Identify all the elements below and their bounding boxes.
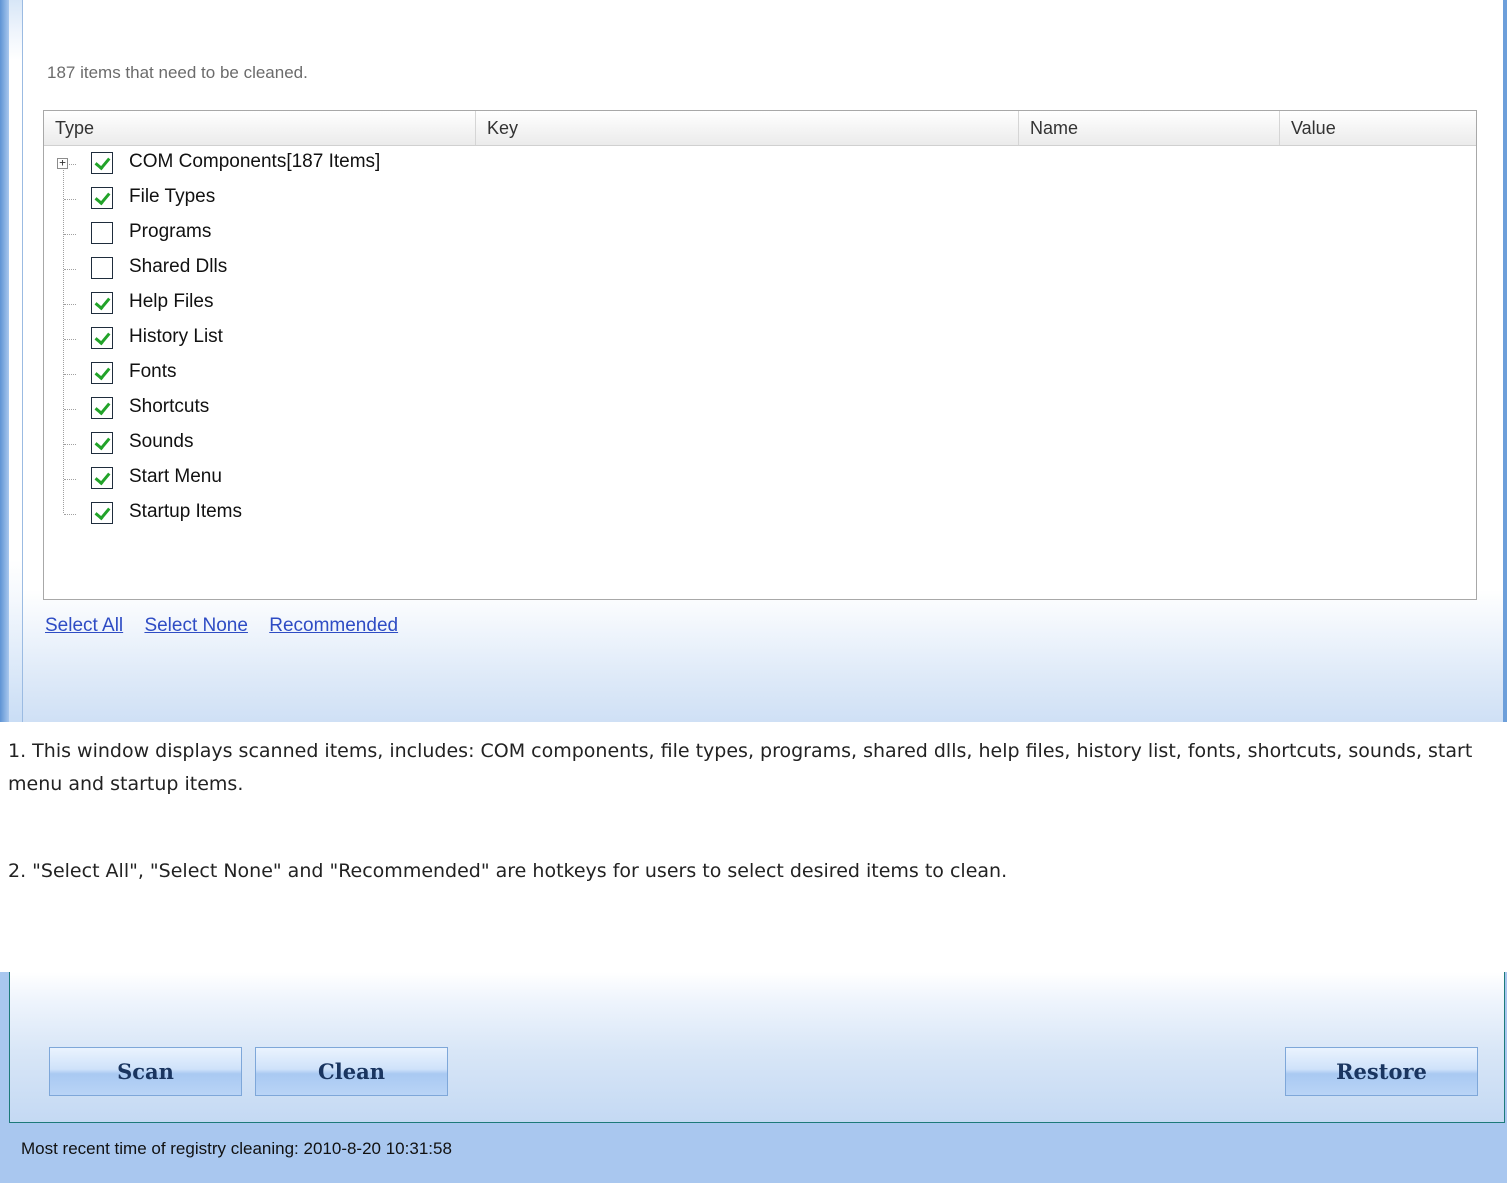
tree-item-label: History List bbox=[129, 326, 223, 347]
column-header-name[interactable]: Name bbox=[1019, 111, 1280, 145]
action-panel: Scan Clean Restore Most recent time of r… bbox=[0, 972, 1507, 1183]
item-checkbox[interactable] bbox=[91, 397, 113, 419]
tree-item[interactable]: File Types bbox=[44, 182, 644, 217]
item-checkbox[interactable] bbox=[91, 467, 113, 489]
item-checkbox[interactable] bbox=[91, 502, 113, 524]
tree-item[interactable]: Shortcuts bbox=[44, 392, 644, 427]
tree-item-label: Sounds bbox=[129, 431, 194, 452]
scan-results-panel: 187 items that need to be cleaned. Type … bbox=[0, 0, 1507, 722]
scan-button[interactable]: Scan bbox=[49, 1047, 242, 1096]
clean-button[interactable]: Clean bbox=[255, 1047, 448, 1096]
restore-button[interactable]: Restore bbox=[1285, 1047, 1478, 1096]
tree-connector bbox=[64, 234, 76, 235]
panel-right-border bbox=[1503, 0, 1507, 722]
panel-left-border bbox=[0, 0, 9, 722]
recommended-link[interactable]: Recommended bbox=[269, 615, 398, 636]
tree-item[interactable]: + COM Components[187 Items] bbox=[44, 147, 644, 182]
tree-item-label: File Types bbox=[129, 186, 216, 207]
expand-icon[interactable]: + bbox=[57, 157, 68, 169]
tree-item[interactable]: Fonts bbox=[44, 357, 644, 392]
item-checkbox[interactable] bbox=[91, 327, 113, 349]
item-checkbox[interactable] bbox=[91, 292, 113, 314]
tree-item-label: Shared Dlls bbox=[129, 256, 228, 277]
tree-connector bbox=[64, 479, 76, 480]
tree-item-label: Programs bbox=[129, 221, 212, 242]
select-all-link[interactable]: Select All bbox=[45, 615, 123, 636]
tree-item-label: Help Files bbox=[129, 291, 214, 312]
column-header-value[interactable]: Value bbox=[1280, 111, 1476, 145]
tree-connector bbox=[64, 374, 76, 375]
item-checkbox[interactable] bbox=[91, 152, 113, 174]
item-checkbox[interactable] bbox=[91, 187, 113, 209]
tree-connector bbox=[64, 304, 76, 305]
tree-connector bbox=[64, 199, 76, 200]
tree-connector bbox=[64, 409, 76, 410]
tree-item-label: Fonts bbox=[129, 361, 177, 382]
tree-item[interactable]: Help Files bbox=[44, 287, 644, 322]
tree-connector bbox=[64, 514, 76, 515]
results-list[interactable]: Type Key Name Value + COM Components[187 … bbox=[43, 110, 1477, 600]
column-header-key[interactable]: Key bbox=[476, 111, 1019, 145]
tree-connector bbox=[64, 339, 76, 340]
action-panel-inner: Scan Clean Restore bbox=[9, 972, 1505, 1123]
tree-item[interactable]: Sounds bbox=[44, 427, 644, 462]
status-bar-text: Most recent time of registry cleaning: 2… bbox=[21, 1139, 452, 1158]
tree-item[interactable]: History List bbox=[44, 322, 644, 357]
item-checkbox[interactable] bbox=[91, 257, 113, 279]
tree-item-label: Startup Items bbox=[129, 501, 242, 522]
tree-item[interactable]: Programs bbox=[44, 217, 644, 252]
selection-links: Select All Select None Recommended bbox=[45, 615, 414, 637]
tree-item[interactable]: Shared Dlls bbox=[44, 252, 644, 287]
tree-connector bbox=[64, 269, 76, 270]
tree-item-label: COM Components[187 Items] bbox=[129, 151, 381, 172]
tree-connector bbox=[64, 444, 76, 445]
select-none-link[interactable]: Select None bbox=[144, 615, 248, 636]
tree-item[interactable]: Start Menu bbox=[44, 462, 644, 497]
tree-item-label: Start Menu bbox=[129, 466, 222, 487]
list-header: Type Key Name Value bbox=[44, 111, 1476, 146]
description-paragraph-2: 2. "Select All", "Select None" and "Reco… bbox=[8, 860, 1008, 882]
item-checkbox[interactable] bbox=[91, 362, 113, 384]
column-header-type[interactable]: Type bbox=[44, 111, 476, 145]
item-checkbox[interactable] bbox=[91, 432, 113, 454]
description-paragraph-1: 1. This window displays scanned items, i… bbox=[8, 740, 1473, 795]
tree-item-label: Shortcuts bbox=[129, 396, 210, 417]
items-summary: 187 items that need to be cleaned. bbox=[47, 63, 308, 82]
tree-item[interactable]: Startup Items bbox=[44, 497, 644, 532]
item-checkbox[interactable] bbox=[91, 222, 113, 244]
